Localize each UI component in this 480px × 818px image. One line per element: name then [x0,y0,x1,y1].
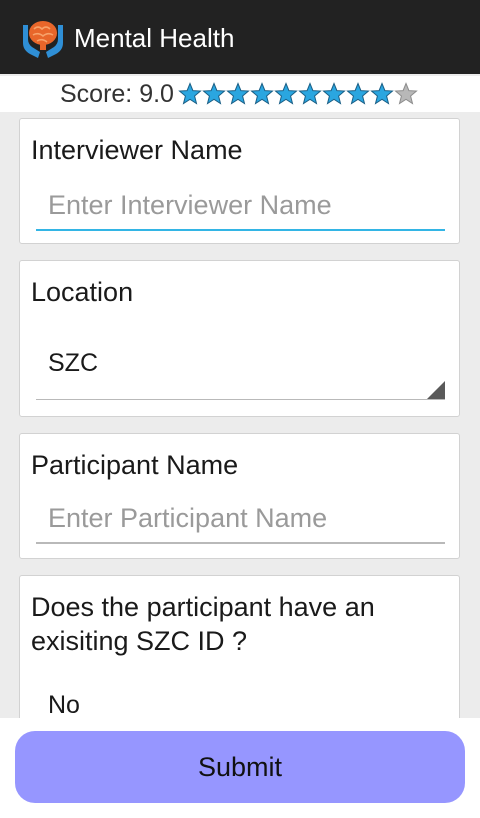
star-filled-icon [202,82,226,105]
star-filled-icon [226,82,250,105]
bottom-bar: Submit [0,718,480,818]
star-empty-icon [394,82,418,105]
star-filled-icon [250,82,274,105]
participant-name-card: Participant Name [19,433,460,559]
location-value: SZC [48,349,98,377]
hands-holding-brain-icon[interactable] [20,17,66,59]
submit-button[interactable]: Submit [15,731,465,803]
star-filled-icon [370,82,394,105]
existing-szc-id-spinner[interactable]: No [36,676,445,718]
existing-szc-id-label: Does the participant have an exisiting S… [31,592,375,656]
star-filled-icon [298,82,322,105]
location-label: Location [31,277,134,307]
score-prefix: Score: [60,80,140,108]
form-scroll[interactable]: Interviewer Name Location SZC Participan… [0,112,480,718]
score-text: Score: 9.0 [60,79,174,109]
action-bar: Mental Health [0,0,480,74]
star-filled-icon [322,82,346,105]
interviewer-name-card: Interviewer Name [19,118,460,244]
existing-szc-id-card: Does the participant have an exisiting S… [19,575,460,718]
existing-szc-id-value: No [48,691,80,718]
star-filled-icon [274,82,298,105]
location-spinner[interactable]: SZC [36,334,445,400]
star-filled-icon [178,82,202,105]
participant-name-input[interactable] [36,494,445,544]
star-filled-icon [346,82,370,105]
app-title: Mental Health [74,23,235,53]
location-card: Location SZC [19,260,460,417]
dropdown-arrow-icon [427,381,445,399]
participant-name-label: Participant Name [31,450,239,480]
star-rating [178,82,418,106]
interviewer-name-input[interactable] [36,181,445,231]
score-value: 9.0 [139,80,174,108]
score-row: Score: 9.0 [0,76,480,112]
interviewer-name-label: Interviewer Name [31,135,243,165]
